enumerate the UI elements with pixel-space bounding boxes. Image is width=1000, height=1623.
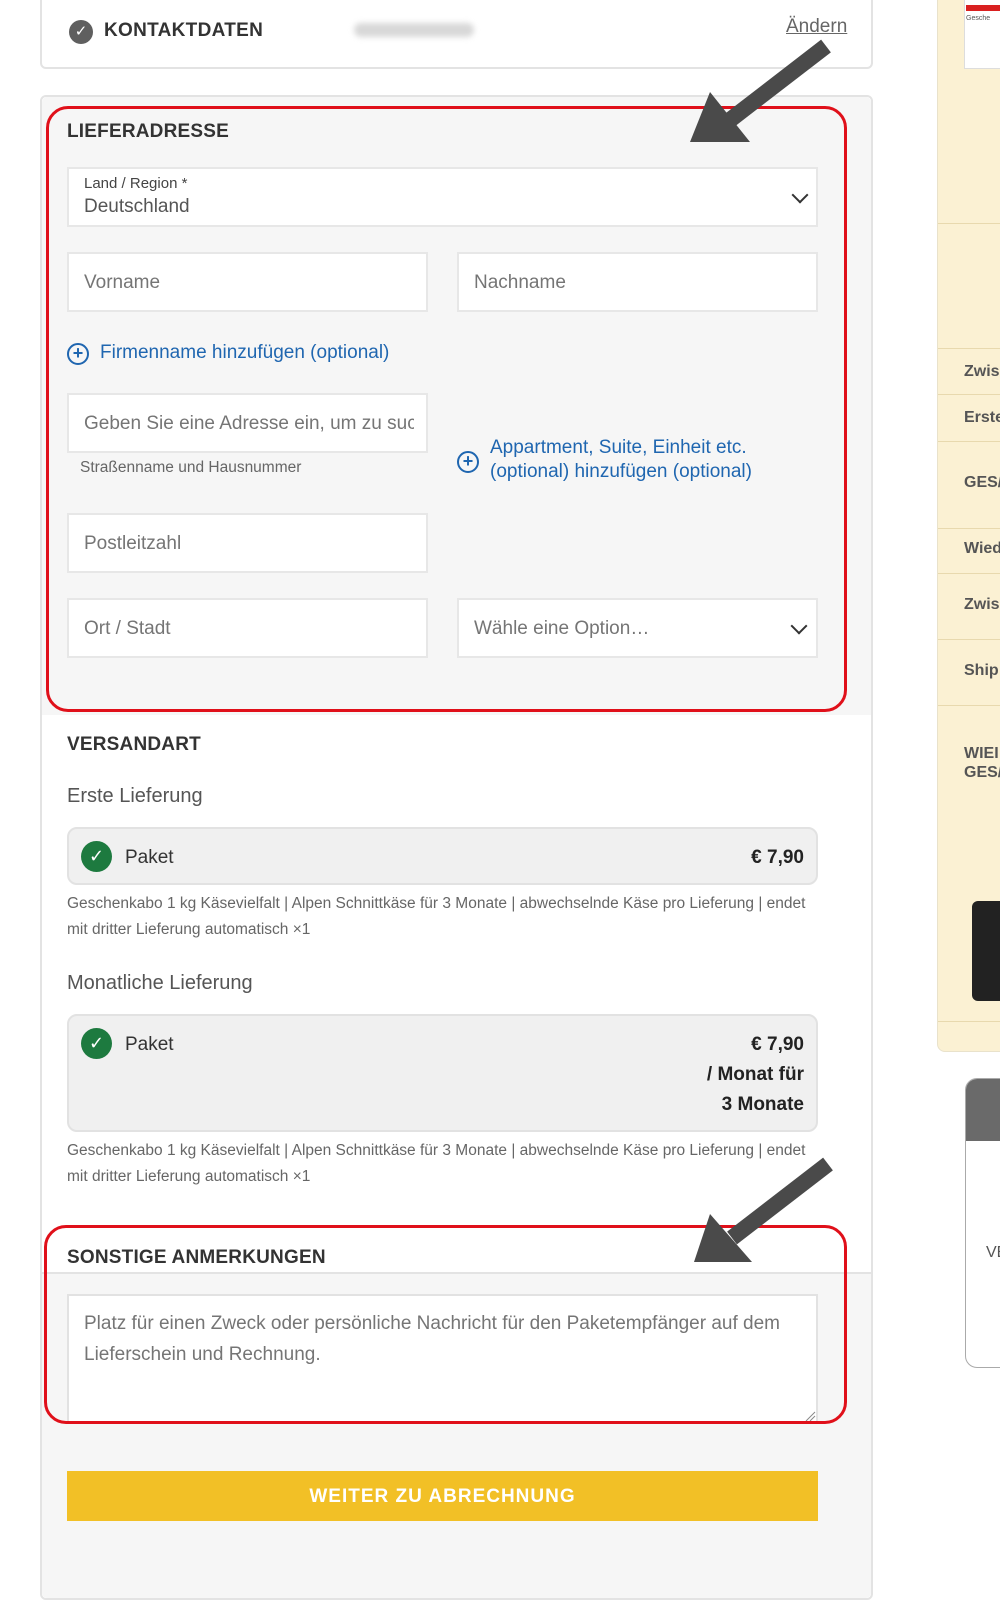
divider (938, 348, 1000, 349)
delivery-address-title: LIEFERADRESSE (67, 121, 230, 142)
country-label: Land / Region * (84, 175, 188, 192)
notes-title: SONSTIGE ANMERKUNGEN (67, 1247, 326, 1268)
summary-label: Zwis (964, 363, 1000, 380)
monthly-delivery-label: Monatliche Lieferung (67, 972, 253, 994)
divider (938, 573, 1000, 574)
address-hint: Straßenname und Hausnummer (80, 459, 302, 476)
first-delivery-description: Geschenkabo 1 kg Käsevielfalt | Alpen Sc… (67, 895, 806, 938)
contact-title: KONTAKTDATEN (104, 20, 264, 41)
notes-textarea[interactable]: Platz für einen Zweck oder persönliche N… (67, 1294, 818, 1424)
summary-label: Erste (964, 409, 1000, 426)
country-select[interactable]: Land / Region * Deutschland (67, 167, 818, 227)
monthly-delivery-price: € 7,90 (751, 1034, 804, 1055)
add-apartment-label-line1: Appartment, Suite, Einheit etc. (490, 437, 747, 458)
first-name-input[interactable]: Vorname (67, 252, 428, 312)
summary-label: Ship (964, 662, 999, 679)
address-placeholder: Geben Sie eine Adresse ein, um zu such (84, 413, 414, 434)
divider (938, 441, 1000, 442)
arrow-annotation-icon (690, 39, 831, 142)
first-delivery-label: Erste Lieferung (67, 785, 203, 807)
last-name-placeholder: Nachname (474, 272, 566, 293)
order-summary-sidebar: Gesche Zwis Erste GES/ Wied Zwis Ship WI… (937, 0, 1000, 1052)
chevron-down-icon (790, 617, 808, 635)
divider (938, 394, 1000, 395)
sidebar-info-box-header (966, 1079, 1000, 1141)
country-value: Deutschland (84, 196, 190, 217)
first-delivery-price: € 7,90 (751, 847, 804, 868)
check-circle-icon: ✓ (81, 841, 112, 872)
city-input[interactable]: Ort / Stadt (67, 598, 428, 658)
resize-handle-icon[interactable] (804, 1410, 816, 1422)
notes-placeholder: Platz für einen Zweck oder persönliche N… (84, 1313, 780, 1365)
add-company-label: Firmenname hinzufügen (optional) (100, 342, 390, 363)
divider (938, 1021, 1000, 1022)
summary-label: GES/ (964, 474, 1000, 491)
shipping-title: VERSANDART (67, 734, 201, 755)
monthly-delivery-method: Paket (125, 1034, 174, 1055)
product-thumbnail-banner (966, 5, 1000, 11)
divider (938, 528, 1000, 529)
summary-label: Wied (964, 540, 1000, 557)
arrow-annotation-icon (694, 1157, 833, 1262)
monthly-delivery-option[interactable]: ✓ Paket € 7,90 / Monat für 3 Monate (67, 1014, 818, 1132)
plus-circle-icon: + (67, 343, 89, 365)
monthly-delivery-duration: 3 Monate (721, 1094, 804, 1115)
checkout-form-card: LIEFERADRESSE Land / Region * Deutschlan… (40, 95, 873, 1600)
sidebar-info-box-text: VE (986, 1244, 1000, 1261)
state-placeholder: Wähle eine Option… (474, 618, 650, 639)
add-apartment-link[interactable]: + Appartment, Suite, Einheit etc. (optio… (457, 437, 827, 491)
address-input[interactable]: Geben Sie eine Adresse ein, um zu such (67, 393, 428, 453)
city-placeholder: Ort / Stadt (84, 618, 171, 639)
first-name-placeholder: Vorname (84, 272, 161, 293)
divider (938, 705, 1000, 706)
product-thumbnail-text: Gesche (966, 15, 991, 22)
sidebar-info-box: VE (965, 1078, 1000, 1368)
last-name-input[interactable]: Nachname (457, 252, 818, 312)
postcode-input[interactable]: Postleitzahl (67, 513, 428, 573)
first-delivery-option[interactable]: ✓ Paket € 7,90 (67, 827, 818, 885)
divider (938, 639, 1000, 640)
summary-label: Zwis (964, 596, 1000, 613)
add-company-link[interactable]: + Firmenname hinzufügen (optional) (67, 340, 407, 370)
summary-label: GES/ (964, 764, 1000, 781)
divider (938, 223, 1000, 224)
plus-circle-icon: + (457, 451, 479, 473)
sidebar-action-button[interactable] (972, 901, 1000, 1001)
check-circle-icon: ✓ (69, 20, 93, 44)
chevron-down-icon (791, 186, 809, 204)
state-select[interactable]: Wähle eine Option… (457, 598, 818, 658)
postcode-placeholder: Postleitzahl (84, 533, 182, 554)
add-apartment-label-line2: (optional) hinzufügen (optional) (490, 461, 752, 482)
check-circle-icon: ✓ (81, 1028, 112, 1059)
continue-to-billing-button[interactable]: WEITER ZU ABRECHNUNG (67, 1471, 818, 1521)
summary-label: WIEI (964, 745, 999, 762)
first-delivery-method: Paket (125, 847, 174, 868)
monthly-delivery-per-month: / Monat für (706, 1064, 804, 1085)
contact-email-redacted (354, 23, 474, 37)
